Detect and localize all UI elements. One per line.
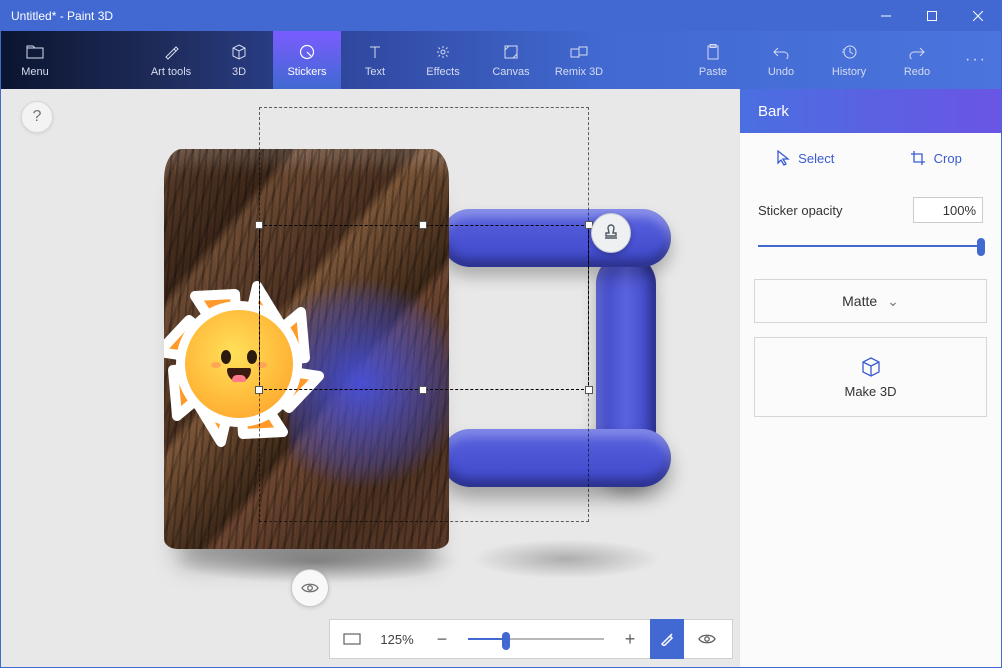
redo-icon [909,42,925,62]
undo-label: Undo [768,66,794,78]
resize-handle[interactable] [255,386,263,394]
close-button[interactable] [955,1,1001,31]
zoom-value[interactable]: 125% [372,632,422,647]
fit-screen-button[interactable] [338,633,366,645]
opacity-section: Sticker opacity [740,183,1001,261]
stamp-button[interactable] [591,213,631,253]
paste-label: Paste [699,66,727,78]
make-3d-button[interactable]: Make 3D [754,337,987,417]
material-dropdown[interactable]: Matte ⌄ [754,279,987,323]
3d-label: 3D [232,66,246,78]
history-icon [841,42,857,62]
opacity-label: Sticker opacity [758,203,843,218]
select-tool[interactable]: Select [740,133,871,183]
3d-button[interactable]: 3D [205,31,273,89]
edit-mode-button[interactable] [650,619,684,659]
cube-icon [860,356,882,378]
panel-title: Bark [740,89,1001,133]
crop-tool[interactable]: Crop [871,133,1002,183]
resize-handle[interactable] [419,386,427,394]
crop-icon [910,150,926,166]
canvas-button[interactable]: Canvas [477,31,545,89]
panel-tool-row: Select Crop [740,133,1001,183]
stickers-button[interactable]: Stickers [273,31,341,89]
cube-icon [231,42,247,62]
folder-icon [26,42,44,62]
more-icon: ··· [965,50,987,70]
maximize-button[interactable] [909,1,955,31]
canvas-icon [503,42,519,62]
eye-3d-icon [300,580,320,596]
canvas-label: Canvas [492,66,529,78]
text-label: Text [365,66,385,78]
sticker-icon [299,42,315,62]
zoom-out-button[interactable]: − [428,629,456,650]
effects-button[interactable]: Effects [409,31,477,89]
main-area: 125% − + Bark Select Crop Stic [1,89,1001,667]
remix3d-icon [570,42,588,62]
selection-bounds-inner[interactable] [259,225,589,390]
handle-shadow [471,539,661,579]
select-label: Select [798,151,834,166]
crop-label: Crop [934,151,962,166]
side-panel: Bark Select Crop Sticker opacity Matte ⌄ [739,89,1001,667]
text-icon [367,42,383,62]
cursor-icon [776,150,790,166]
brush-icon [163,42,179,62]
undo-button[interactable]: Undo [747,31,815,89]
zoom-slider[interactable] [468,638,604,640]
make-3d-label: Make 3D [844,384,896,399]
title-bar: Untitled* - Paint 3D [1,1,1001,31]
remix3d-label: Remix 3D [555,66,603,78]
more-button[interactable]: ··· [951,31,1001,89]
history-button[interactable]: History [815,31,883,89]
chevron-down-icon: ⌄ [887,293,899,310]
material-label: Matte [842,293,877,309]
opacity-input[interactable] [913,197,983,223]
paste-button[interactable]: Paste [679,31,747,89]
history-label: History [832,66,866,78]
ribbon-toolbar: Menu Art tools 3D Stickers Text Effects … [1,31,1001,89]
resize-handle[interactable] [419,221,427,229]
art-tools-label: Art tools [151,66,191,78]
zoom-bar: 125% − + [329,619,733,659]
stamp-icon [602,224,620,242]
canvas-viewport[interactable]: 125% − + [1,89,739,667]
menu-label: Menu [21,66,49,78]
undo-icon [773,42,789,62]
opacity-slider[interactable] [758,235,983,257]
clipboard-icon [706,42,720,62]
resize-handle[interactable] [585,386,593,394]
3d-view-toggle[interactable] [291,569,329,607]
stickers-label: Stickers [287,66,326,78]
remix3d-button[interactable]: Remix 3D [545,31,613,89]
redo-label: Redo [904,66,930,78]
help-button[interactable]: ? [21,101,53,133]
art-tools-button[interactable]: Art tools [137,31,205,89]
zoom-in-button[interactable]: + [616,629,644,650]
text-button[interactable]: Text [341,31,409,89]
resize-handle[interactable] [255,221,263,229]
view-mode-button[interactable] [690,619,724,659]
effects-label: Effects [426,66,459,78]
window-title: Untitled* - Paint 3D [1,9,863,23]
effects-icon [435,42,451,62]
minimize-button[interactable] [863,1,909,31]
menu-button[interactable]: Menu [1,31,69,89]
redo-button[interactable]: Redo [883,31,951,89]
